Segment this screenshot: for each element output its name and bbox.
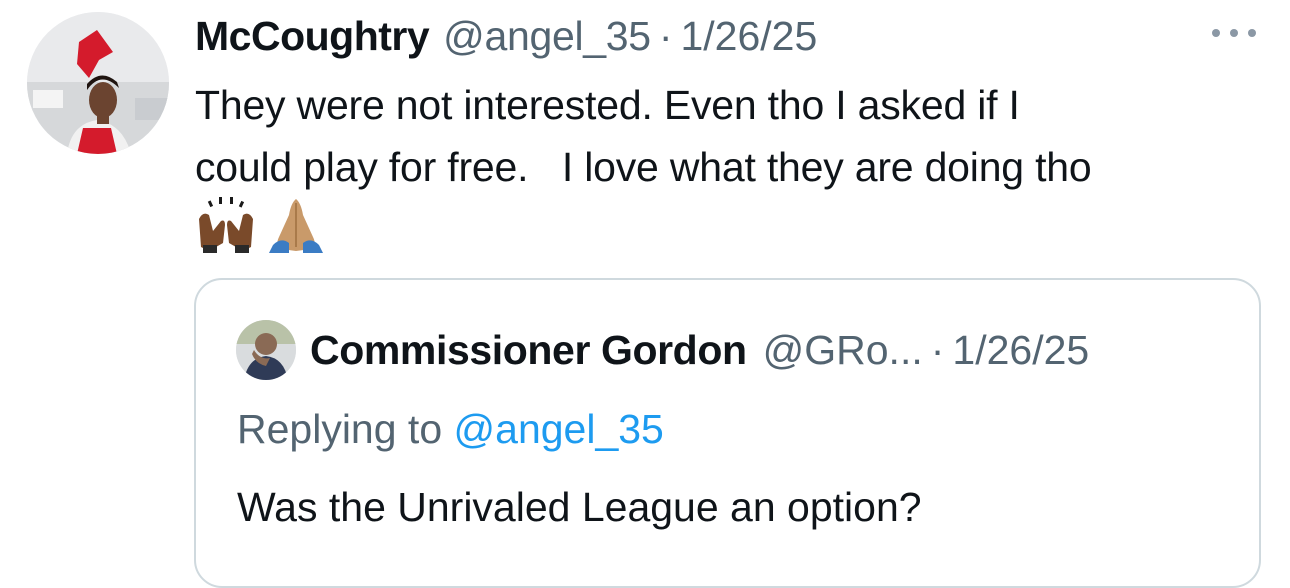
tweet[interactable]: McCoughtry @angel_35 · 1/26/25 They were… xyxy=(0,0,1290,588)
quoted-author-avatar-image xyxy=(236,320,296,380)
tweet-header: McCoughtry @angel_35 · 1/26/25 xyxy=(195,12,817,60)
quoted-tweet-text: Was the Unrivaled League an option? xyxy=(237,484,922,530)
quoted-tweet[interactable]: Commissioner Gordon @GRo... · 1/26/25 Re… xyxy=(194,278,1261,588)
quoted-author-display-name[interactable]: Commissioner Gordon xyxy=(310,327,747,374)
quoted-tweet-header: Commissioner Gordon @GRo... · 1/26/25 xyxy=(310,324,1089,376)
more-horizontal-icon[interactable] xyxy=(1212,18,1256,48)
quoted-author-avatar[interactable] xyxy=(236,320,296,380)
more-dot xyxy=(1248,29,1256,37)
more-dot xyxy=(1230,29,1238,37)
author-display-name[interactable]: McCoughtry xyxy=(195,12,430,60)
tweet-date[interactable]: 1/26/25 xyxy=(680,12,817,60)
author-avatar[interactable] xyxy=(27,12,169,154)
quoted-author-handle[interactable]: @GRo... xyxy=(763,327,923,374)
folded-hands-emoji xyxy=(269,199,323,253)
more-dot xyxy=(1212,29,1220,37)
replying-to-label: Replying to xyxy=(237,406,454,452)
tweet-text: They were not interested. Even tho I ask… xyxy=(195,82,1092,190)
tweet-emojis xyxy=(195,194,325,256)
author-avatar-image xyxy=(27,12,169,154)
replying-to-mention[interactable]: @angel_35 xyxy=(454,406,664,452)
replying-to: Replying to @angel_35 xyxy=(237,406,664,453)
author-handle[interactable]: @angel_35 xyxy=(443,12,651,60)
quoted-header-separator: · xyxy=(930,326,945,373)
quoted-tweet-date[interactable]: 1/26/25 xyxy=(952,327,1089,374)
header-separator: · xyxy=(658,13,673,59)
raising-hands-emoji xyxy=(199,197,253,253)
